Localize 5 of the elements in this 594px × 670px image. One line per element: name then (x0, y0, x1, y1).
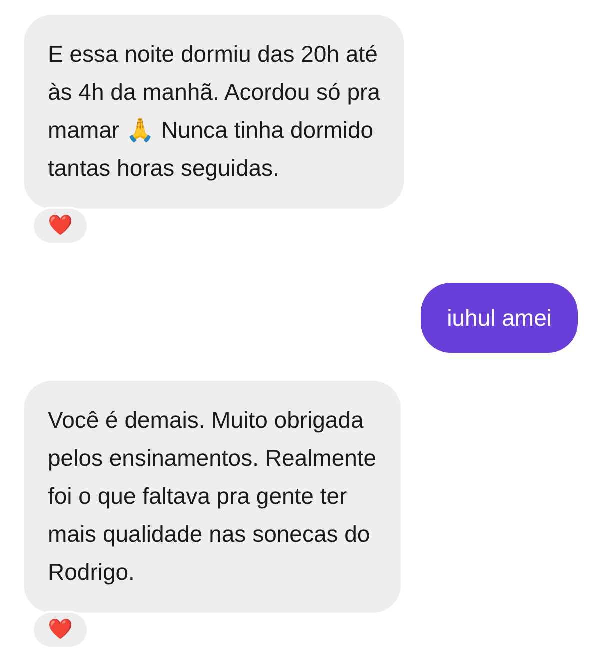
message-text: iuhul amei (447, 304, 552, 333)
message-text: Você é demais. Muito obrigada pelos ensinamentos. Realmente foi o que faltava pra gente ter mais qualidade nas sonecas do Rodrigo. (48, 406, 377, 587)
heart-reaction[interactable]: ❤ (32, 611, 89, 649)
heart-reaction[interactable]: ❤ (32, 207, 89, 245)
message-text: E essa noite dormiu das 20h até às 4h da manhã. Acordou só pra mamar 🙏 Nunca tinha dormido tantas horas seguidas. (48, 40, 380, 183)
